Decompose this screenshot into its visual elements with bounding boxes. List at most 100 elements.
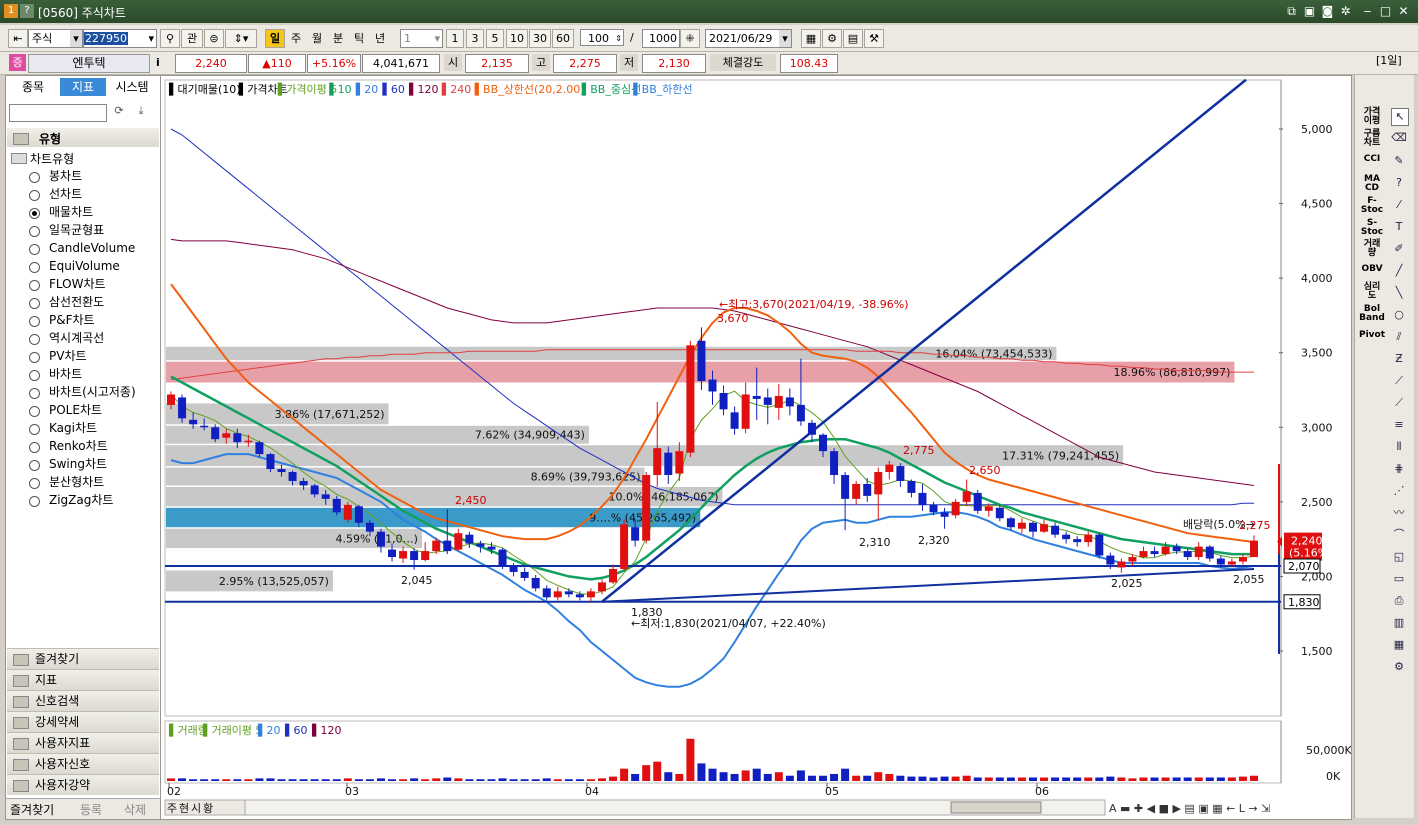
chart-type-label[interactable]: 역시계곡선 xyxy=(49,331,104,345)
chart-type-radio[interactable] xyxy=(29,496,40,507)
chevron-down-icon[interactable]: ▾ xyxy=(148,30,154,47)
pencil-icon[interactable]: ✐ xyxy=(1391,241,1407,257)
section-header[interactable]: 유형 xyxy=(7,128,159,147)
chevron-down-icon[interactable]: ▾ xyxy=(434,30,440,47)
grid-icon[interactable]: ⋕ xyxy=(1391,461,1407,477)
chart-type-radio[interactable] xyxy=(29,172,40,183)
indicator-price-ma[interactable]: 가격 이평 xyxy=(1359,108,1385,126)
speed-icon[interactable]: ⋰ xyxy=(1391,483,1407,499)
indicator-pivot[interactable]: Pivot xyxy=(1359,331,1385,340)
period-week-button[interactable]: 주 xyxy=(286,29,306,48)
indicator-bolband[interactable]: Bol Band xyxy=(1359,305,1385,323)
indicator-fstoc[interactable]: F- Stoc xyxy=(1359,197,1385,215)
help-badge-icon[interactable]: ? xyxy=(20,4,34,18)
market-select[interactable]: 주식 ▾ xyxy=(28,29,83,48)
spin-icon[interactable]: ⇕▾ xyxy=(225,29,257,48)
text-icon[interactable]: T xyxy=(1391,219,1407,235)
cursor-icon[interactable]: ↖ xyxy=(1391,108,1409,126)
hline-icon[interactable]: ╲ xyxy=(1391,285,1407,301)
interval-select[interactable]: 1 ▾ xyxy=(400,29,443,48)
period-day-button[interactable]: 일 xyxy=(265,29,285,48)
chart-type-radio[interactable] xyxy=(29,190,40,201)
menu-badge-icon[interactable]: 1 xyxy=(4,4,18,18)
indicator-mirror[interactable]: 구름 차트 xyxy=(1359,130,1385,148)
display-count-input[interactable]: 100 ⇕ xyxy=(580,29,624,46)
settings-icon[interactable]: ✲ xyxy=(1338,4,1353,18)
compare-icon[interactable]: ⊜ xyxy=(204,29,224,48)
chart-type-radio[interactable] xyxy=(29,388,40,399)
chevron-down-icon[interactable]: ▾ xyxy=(70,30,82,47)
data-icon[interactable]: ▦ xyxy=(1391,637,1407,653)
date-input[interactable]: 2021/06/29 ▾ xyxy=(705,29,792,48)
chart-layout-icon[interactable]: ▦ xyxy=(801,29,821,48)
chart-type-label[interactable]: POLE차트 xyxy=(49,403,102,417)
panel-menu-item[interactable]: 사용자강약 xyxy=(7,774,159,795)
search-icon[interactable]: ⚲ xyxy=(160,29,180,48)
fan-icon[interactable]: ⟋ xyxy=(1391,395,1407,411)
chart-type-label[interactable]: P&F차트 xyxy=(49,313,95,327)
minimize-icon[interactable]: ‒ xyxy=(1360,4,1375,18)
maximize-icon[interactable]: □ xyxy=(1378,4,1393,18)
chart-type-radio[interactable] xyxy=(29,334,40,345)
chart-type-label[interactable]: CandleVolume xyxy=(49,241,135,255)
chart-type-radio[interactable] xyxy=(29,226,40,237)
chart-type-label[interactable]: Renko차트 xyxy=(49,439,108,453)
screen-icon[interactable]: ▭ xyxy=(1391,571,1407,587)
settings-tool-icon[interactable]: ⚙ xyxy=(1391,659,1407,675)
panel-menu-item[interactable]: 신호검색 xyxy=(7,690,159,711)
panel-menu-item[interactable]: 강세약세 xyxy=(7,711,159,732)
eraser-icon[interactable]: ⌫ xyxy=(1391,130,1407,146)
auto-icon[interactable]: ◱ xyxy=(1391,549,1407,565)
panel-menu-item[interactable]: 즐겨찾기 xyxy=(7,648,159,669)
indicator-obv[interactable]: OBV xyxy=(1359,265,1385,274)
indicator-search-input[interactable] xyxy=(9,104,107,122)
circle-icon[interactable]: ○ xyxy=(1391,307,1407,323)
chart-type-radio[interactable] xyxy=(29,370,40,381)
panel-menu-item[interactable]: 사용자신호 xyxy=(7,753,159,774)
period-year-button[interactable]: 년 xyxy=(370,29,390,48)
channel-icon[interactable]: ⫽ xyxy=(1391,329,1407,345)
chart-type-radio[interactable] xyxy=(29,208,40,219)
period-tick-button[interactable]: 틱 xyxy=(349,29,369,48)
erase-all-icon[interactable]: ✎ xyxy=(1391,153,1407,169)
relation-button[interactable]: 관 xyxy=(181,29,203,48)
chart-type-radio[interactable] xyxy=(29,316,40,327)
chart-type-radio[interactable] xyxy=(29,460,40,471)
chevron-down-icon[interactable]: ▾ xyxy=(779,30,791,47)
quick-interval-60[interactable]: 60 xyxy=(552,29,574,48)
chart-type-radio[interactable] xyxy=(29,352,40,363)
gear-icon[interactable]: ⚙ xyxy=(822,29,842,48)
chart-type-label[interactable]: FLOW차트 xyxy=(49,277,106,291)
spin-icon[interactable]: ⇕ xyxy=(615,30,622,47)
tab-stocks[interactable]: 종목 xyxy=(8,78,58,96)
chart-type-label[interactable]: 일목균형표 xyxy=(49,223,104,237)
chart-type-label[interactable]: Kagi차트 xyxy=(49,421,97,435)
chart-type-label[interactable]: EquiVolume xyxy=(49,259,120,273)
chart-type-radio[interactable] xyxy=(29,406,40,417)
chart-type-radio[interactable] xyxy=(29,298,40,309)
chart-type-radio[interactable] xyxy=(29,244,40,255)
stock-name[interactable]: 엔투텍 xyxy=(28,54,150,73)
indicator-psych[interactable]: 심리 도 xyxy=(1359,283,1385,301)
chart-type-radio[interactable] xyxy=(29,262,40,273)
tab-favorites[interactable]: 즐겨찾기 xyxy=(10,801,54,818)
draw-line-icon[interactable]: ⁄ xyxy=(1391,197,1407,213)
chart-type-label[interactable]: 분산형차트 xyxy=(49,475,104,489)
close-icon[interactable]: ✕ xyxy=(1396,4,1411,18)
indicator-macd[interactable]: MA CD xyxy=(1359,175,1385,193)
tab-indicators[interactable]: 지표 xyxy=(60,78,106,96)
prev-code-icon[interactable]: ⇤ xyxy=(8,29,28,48)
chart-area[interactable]: 16.04% (73,454,533) 18.96% (86,810,997) 3.… xyxy=(160,75,1352,820)
tools-icon[interactable]: ⚒ xyxy=(864,29,884,48)
chart-type-radio[interactable] xyxy=(29,442,40,453)
info-icon[interactable]: i xyxy=(156,54,166,71)
wave-icon[interactable]: 〰 xyxy=(1391,505,1407,521)
quick-interval-30[interactable]: 30 xyxy=(529,29,551,48)
tab-register[interactable]: 등록 xyxy=(80,801,102,818)
indicator-volume[interactable]: 거래 량 xyxy=(1359,240,1385,258)
gann-icon[interactable]: ⟋ xyxy=(1391,373,1407,389)
chart-type-label[interactable]: 삼선전환도 xyxy=(49,295,104,309)
chart-type-radio[interactable] xyxy=(29,280,40,291)
chart-options-icon[interactable]: ⁜ xyxy=(680,29,700,48)
tree-root-label[interactable]: 차트유형 xyxy=(30,150,74,167)
